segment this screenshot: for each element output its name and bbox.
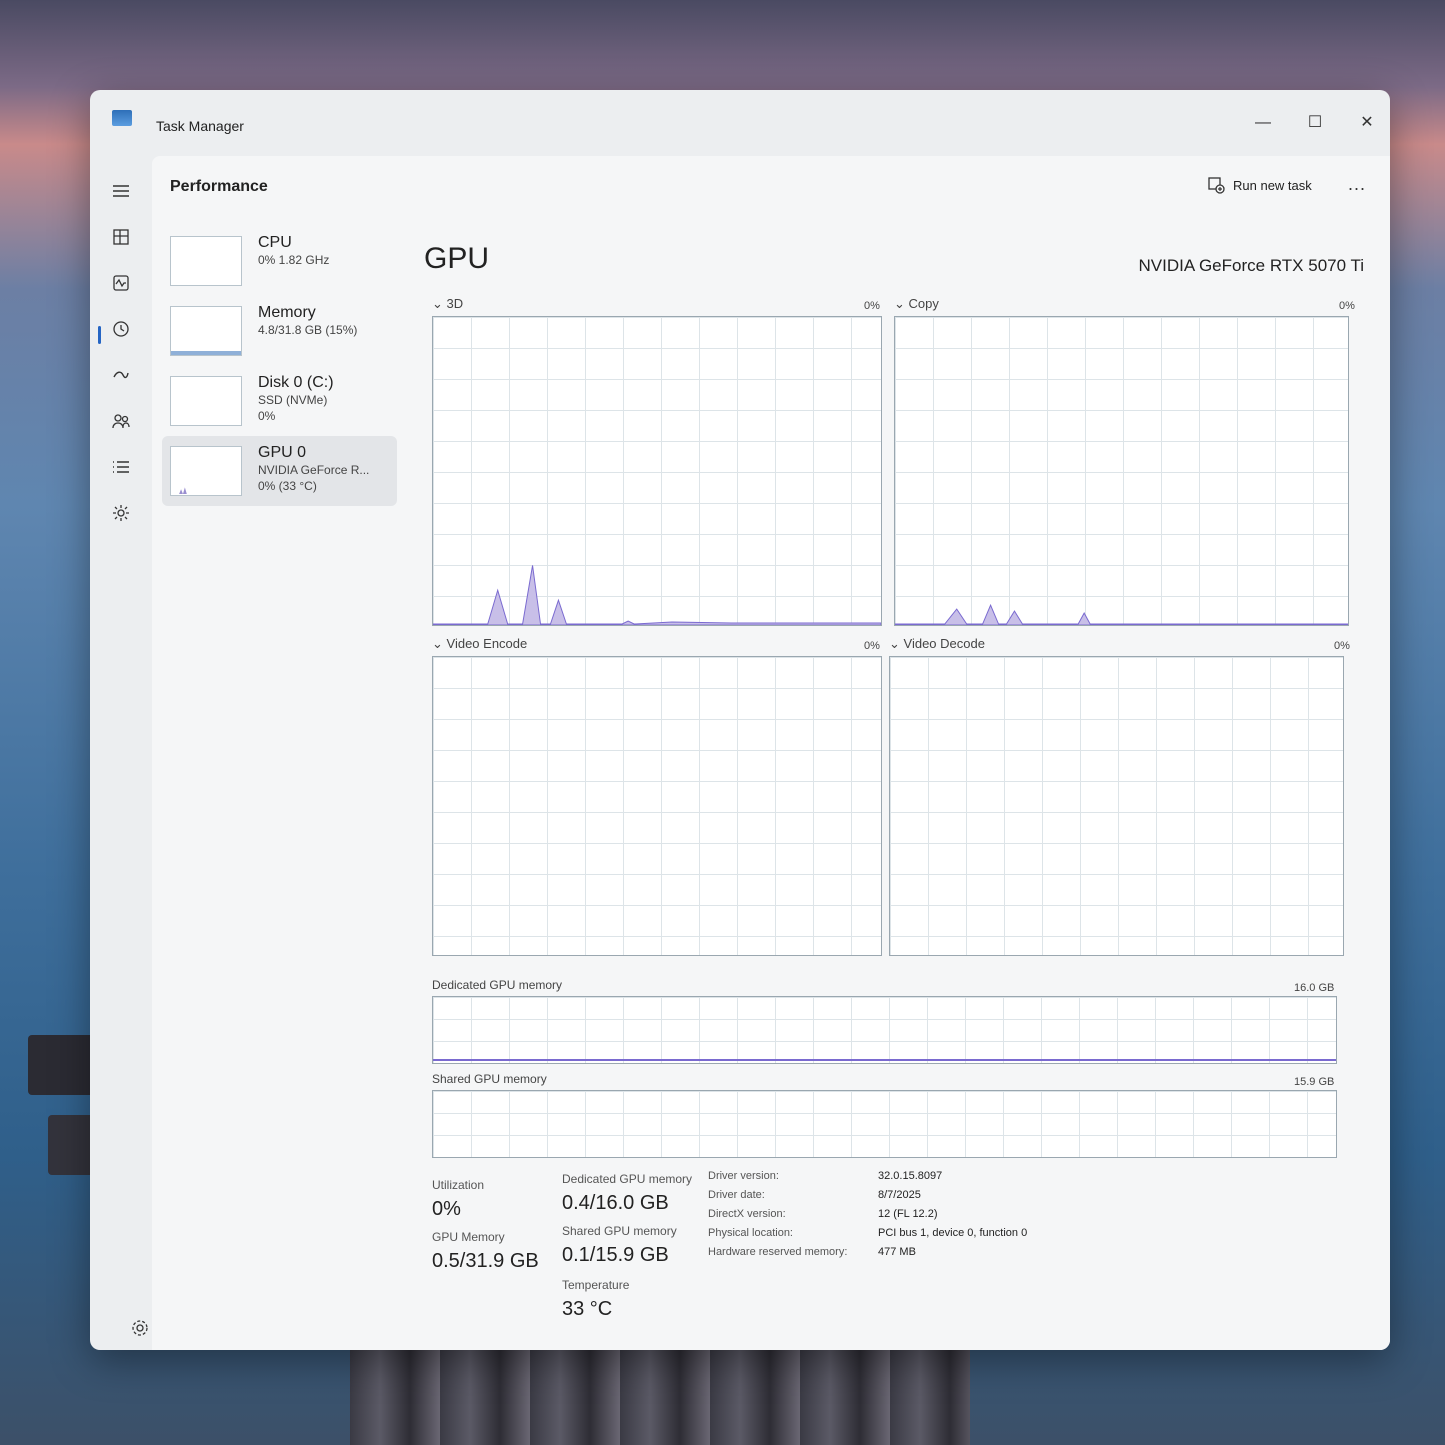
dedicated-memory-label: Dedicated GPU memory <box>562 1172 693 1186</box>
driver-version-value: 32.0.15.8097 <box>878 1170 943 1182</box>
dedicated-memory-graph <box>432 996 1337 1064</box>
gpu-memory-label: GPU Memory <box>432 1230 505 1244</box>
graph-copy-percent: 0% <box>1339 300 1355 312</box>
resource-list: CPU 0% 1.82 GHz Memory 4.8/31.8 GB (15%)… <box>162 226 397 506</box>
physical-location-key: Physical location: <box>708 1227 793 1239</box>
run-new-task-label: Run new task <box>1233 177 1312 193</box>
sidebar-item-detail: NVIDIA GeForce R... <box>258 463 370 477</box>
physical-location-value: PCI bus 1, device 0, function 0 <box>878 1227 1028 1239</box>
sidebar-item-name: CPU <box>258 234 292 251</box>
cpu-thumbnail-graph <box>170 236 242 286</box>
sidebar-item-name: Memory <box>258 304 316 321</box>
navigation-rail <box>90 154 150 1350</box>
graph-video-encode-percent: 0% <box>864 640 880 652</box>
memory-thumbnail-graph <box>170 306 242 356</box>
graph-copy <box>894 316 1349 626</box>
graph-video-encode-dropdown[interactable]: ⌄ Video Encode <box>432 636 527 652</box>
temperature-value: 33 °C <box>562 1298 613 1320</box>
page-title: Performance <box>170 178 268 195</box>
graph-copy-dropdown[interactable]: ⌄ Copy <box>894 296 939 312</box>
run-task-icon <box>1208 177 1225 194</box>
shared-memory-label: Shared GPU memory <box>562 1224 677 1238</box>
users-icon[interactable] <box>106 406 136 436</box>
gpu-memory-value: 0.5/31.9 GB <box>432 1250 539 1272</box>
sidebar-item-detail: 0% (33 °C) <box>258 479 317 493</box>
driver-date-key: Driver date: <box>708 1189 765 1201</box>
startup-apps-icon[interactable] <box>106 360 136 390</box>
shared-memory-graph <box>432 1090 1337 1158</box>
dedicated-memory-usage-line <box>433 1059 1336 1061</box>
graph-3d-dropdown[interactable]: ⌄ 3D <box>432 296 463 312</box>
directx-version-value: 12 (FL 12.2) <box>878 1208 938 1220</box>
driver-date-value: 8/7/2025 <box>878 1189 921 1201</box>
sidebar-item-cpu[interactable]: CPU 0% 1.82 GHz <box>162 226 397 296</box>
shared-memory-value: 0.1/15.9 GB <box>562 1244 669 1266</box>
run-new-task-button[interactable]: Run new task <box>1207 176 1312 194</box>
sidebar-item-disk[interactable]: Disk 0 (C:) SSD (NVMe) 0% <box>162 366 397 436</box>
graph-video-decode-dropdown[interactable]: ⌄ Video Decode <box>889 636 985 652</box>
performance-page: Performance Run new task ... CPU 0% 1.82… <box>152 156 1390 1350</box>
performance-icon[interactable] <box>106 268 136 298</box>
gpu-model-name: NVIDIA GeForce RTX 5070 Ti <box>1138 256 1365 275</box>
shared-memory-graph-max: 15.9 GB <box>1294 1076 1335 1088</box>
processes-icon[interactable] <box>106 222 136 252</box>
minimize-button[interactable]: — <box>1248 110 1278 136</box>
gpu-thumbnail-graph <box>170 446 242 496</box>
temperature-label: Temperature <box>562 1278 630 1292</box>
settings-icon[interactable] <box>130 1318 150 1338</box>
dedicated-memory-graph-label: Dedicated GPU memory <box>432 978 563 992</box>
maximize-button[interactable]: ☐ <box>1300 110 1330 136</box>
dedicated-memory-value: 0.4/16.0 GB <box>562 1192 669 1214</box>
gpu-title: GPU <box>424 242 490 275</box>
sidebar-item-detail: 0% <box>258 409 276 423</box>
driver-version-key: Driver version: <box>708 1170 779 1182</box>
task-manager-icon <box>112 110 132 126</box>
sidebar-item-name: GPU 0 <box>258 444 307 461</box>
sidebar-item-gpu[interactable]: GPU 0 NVIDIA GeForce R... 0% (33 °C) <box>162 436 397 506</box>
app-history-icon[interactable] <box>106 314 136 344</box>
more-options-button[interactable]: ... <box>1348 174 1366 195</box>
window-title: Task Manager <box>156 118 244 134</box>
active-nav-indicator <box>98 326 101 344</box>
graph-3d-percent: 0% <box>864 300 880 312</box>
utilization-value: 0% <box>432 1198 461 1220</box>
shared-memory-graph-label: Shared GPU memory <box>432 1072 547 1086</box>
services-icon[interactable] <box>106 498 136 528</box>
graph-video-encode <box>432 656 882 956</box>
graph-video-decode-label: Video Decode <box>903 636 985 651</box>
dedicated-memory-graph-max: 16.0 GB <box>1294 982 1335 994</box>
sidebar-item-name: Disk 0 (C:) <box>258 374 334 391</box>
hamburger-icon[interactable] <box>106 176 136 206</box>
close-button[interactable]: ✕ <box>1352 110 1382 136</box>
details-icon[interactable] <box>106 452 136 482</box>
directx-version-key: DirectX version: <box>708 1208 786 1220</box>
sidebar-item-detail: 4.8/31.8 GB (15%) <box>258 323 358 337</box>
hardware-reserved-memory-value: 477 MB <box>878 1246 916 1258</box>
disk-thumbnail-graph <box>170 376 242 426</box>
graph-video-decode <box>889 656 1344 956</box>
sidebar-item-detail: 0% 1.82 GHz <box>258 253 330 267</box>
sidebar-item-detail: SSD (NVMe) <box>258 393 328 407</box>
graph-copy-label: Copy <box>908 296 939 311</box>
utilization-label: Utilization <box>432 1178 485 1192</box>
hardware-reserved-memory-key: Hardware reserved memory: <box>708 1246 848 1258</box>
graph-video-encode-label: Video Encode <box>446 636 528 651</box>
title-bar[interactable]: Task Manager — ☐ ✕ <box>90 90 1390 154</box>
sidebar-item-memory[interactable]: Memory 4.8/31.8 GB (15%) <box>162 296 397 366</box>
graph-3d <box>432 316 882 626</box>
graph-video-decode-percent: 0% <box>1334 640 1350 652</box>
task-manager-window: Task Manager — ☐ ✕ Performance Run new t… <box>90 90 1390 1350</box>
graph-3d-label: 3D <box>446 296 464 311</box>
